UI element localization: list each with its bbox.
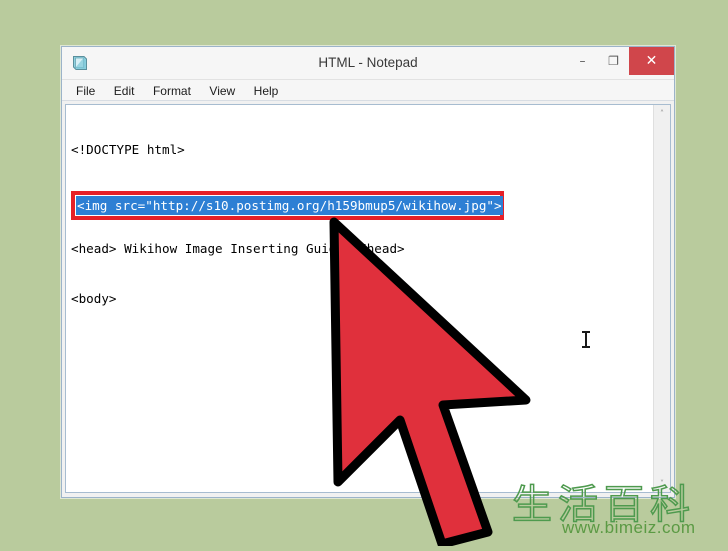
minimize-icon: – <box>579 54 586 68</box>
scroll-down-arrow-icon[interactable]: ˅ <box>654 475 670 492</box>
vertical-scrollbar[interactable]: ˄ ˅ <box>653 105 670 492</box>
watermark-url: www.bimeiz.com <box>562 518 696 537</box>
minimize-button[interactable]: – <box>567 47 598 75</box>
i-beam-stem <box>585 332 587 347</box>
menu-item-help[interactable]: Help <box>247 80 286 100</box>
text-editor-area[interactable]: <!DOCTYPE html> <html> <head> Wikihow Im… <box>65 104 671 493</box>
menu-item-view[interactable]: View <box>202 80 242 100</box>
notepad-icon <box>70 53 90 73</box>
code-line: <!DOCTYPE html> <box>71 142 185 157</box>
selected-code-text[interactable]: <img src="http://s10.postimg.org/h159bmu… <box>76 196 503 215</box>
editor-text[interactable]: <!DOCTYPE html> <html> <head> Wikihow Im… <box>71 109 650 493</box>
code-line: <head> Wikihow Image Inserting Guide </h… <box>71 241 405 256</box>
notepad-window: HTML - Notepad – ❐ ✕ File Edit Format Vi… <box>61 46 675 498</box>
menu-item-edit[interactable]: Edit <box>107 80 142 100</box>
menu-item-format[interactable]: Format <box>146 80 198 100</box>
menu-item-file[interactable]: File <box>69 80 102 100</box>
maximize-button[interactable]: ❐ <box>598 47 629 75</box>
code-line: <body> <box>71 290 117 306</box>
i-beam-bottom-cap <box>582 346 590 348</box>
close-button[interactable]: ✕ <box>629 47 674 75</box>
title-bar[interactable]: HTML - Notepad – ❐ ✕ <box>62 47 674 80</box>
i-beam-cursor <box>582 331 590 348</box>
maximize-icon: ❐ <box>608 54 619 68</box>
close-icon: ✕ <box>645 53 658 69</box>
scroll-up-arrow-icon[interactable]: ˄ <box>654 105 670 122</box>
highlighted-code-line-group: <img src="http://s10.postimg.org/h159bmu… <box>71 191 504 220</box>
menu-bar: File Edit Format View Help <box>62 80 674 101</box>
